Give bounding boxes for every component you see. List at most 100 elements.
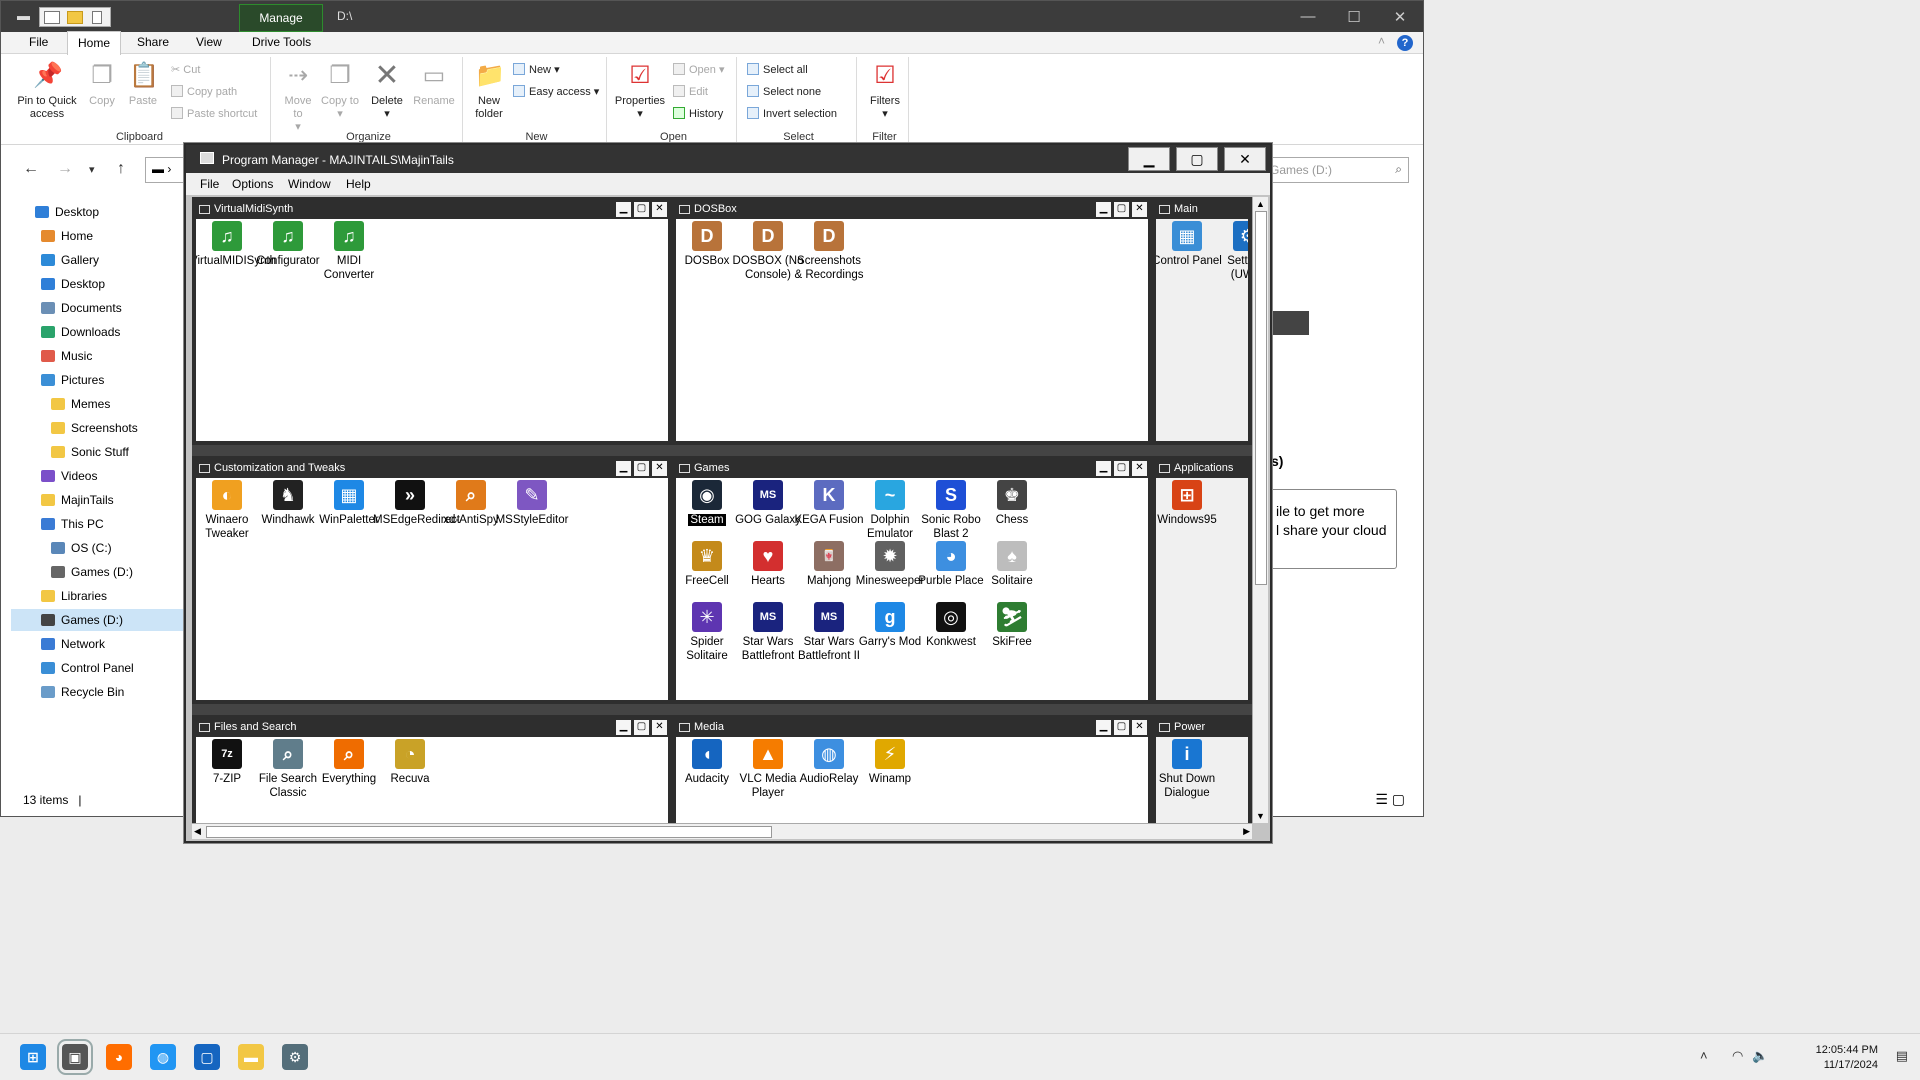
- group-window-icon[interactable]: [1159, 205, 1170, 214]
- new-folder-icon[interactable]: [67, 11, 83, 24]
- nav-item[interactable]: Home: [41, 225, 93, 247]
- nav-item[interactable]: Control Panel: [41, 657, 134, 679]
- group-titlebar[interactable]: Customization and Tweaks ▁ ▢ ✕: [196, 460, 668, 478]
- nav-item[interactable]: Games (D:): [51, 561, 133, 583]
- group-close-button[interactable]: ✕: [652, 461, 667, 476]
- group-minimize-button[interactable]: ▁: [1096, 461, 1111, 476]
- group-window-icon[interactable]: [679, 464, 690, 473]
- wifi-icon[interactable]: ◠: [1732, 1048, 1743, 1064]
- copy-path-button[interactable]: Copy path: [171, 85, 237, 98]
- window-app-icon[interactable]: ▢: [194, 1044, 220, 1070]
- nav-item[interactable]: Gallery: [41, 249, 99, 271]
- program-group-window[interactable]: DOSBox ▁ ▢ ✕ D DOSBox D DOSBOX (No Console) D Scr…: [672, 197, 1152, 445]
- settings-icon[interactable]: ⚙: [282, 1044, 308, 1070]
- group-close-button[interactable]: ✕: [652, 202, 667, 217]
- properties-icon[interactable]: [44, 11, 60, 24]
- properties-button[interactable]: ☑ Properties ▾: [613, 61, 667, 121]
- nav-item[interactable]: Memes: [51, 393, 110, 415]
- tab-home[interactable]: Home: [67, 31, 122, 55]
- nav-item[interactable]: MajinTails: [41, 489, 114, 511]
- program-group-window[interactable]: Power i Shut Down Dialogue: [1152, 715, 1252, 823]
- nav-item[interactable]: Sonic Stuff: [51, 441, 129, 463]
- group-minimize-button[interactable]: ▁: [1096, 720, 1111, 735]
- quick-access-toolbar[interactable]: [39, 7, 111, 27]
- group-window-icon[interactable]: [1159, 723, 1170, 732]
- group-titlebar[interactable]: Media ▁ ▢ ✕: [676, 719, 1148, 737]
- address-bar[interactable]: ▬ ›: [145, 157, 185, 183]
- rename-button[interactable]: ▭ Rename: [409, 61, 459, 108]
- scroll-up-icon[interactable]: ▲: [1256, 199, 1265, 209]
- tab-file[interactable]: File: [29, 35, 48, 49]
- program-group-window[interactable]: Media ▁ ▢ ✕ ◖ Audacity ▲ VLC Media Player ◍ Audio…: [672, 715, 1152, 823]
- large-icons-view-icon[interactable]: ▢: [1392, 791, 1405, 807]
- open-button[interactable]: Open ▾: [673, 63, 725, 76]
- group-titlebar[interactable]: DOSBox ▁ ▢ ✕: [676, 201, 1148, 219]
- nav-item[interactable]: Network: [41, 633, 105, 655]
- scroll-right-icon[interactable]: ▶: [1243, 826, 1250, 837]
- group-maximize-button[interactable]: ▢: [1114, 720, 1129, 735]
- nav-item[interactable]: Music: [41, 345, 92, 367]
- filters-button[interactable]: ☑ Filters ▾: [865, 61, 905, 121]
- group-titlebar[interactable]: VirtualMidiSynth ▁ ▢ ✕: [196, 201, 668, 219]
- nav-item[interactable]: Recycle Bin: [41, 681, 124, 703]
- program-item[interactable]: ♫ MIDI Converter: [312, 221, 386, 282]
- clock[interactable]: 12:05:44 PM 11/17/2024: [1816, 1043, 1878, 1073]
- program-item[interactable]: i Shut Down Dialogue: [1156, 739, 1224, 800]
- system-menu-icon[interactable]: ▬: [17, 8, 30, 23]
- new-item-button[interactable]: New ▾: [513, 63, 560, 76]
- nav-item[interactable]: Pictures: [41, 369, 104, 391]
- group-maximize-button[interactable]: ▢: [634, 720, 649, 735]
- horizontal-scroll-thumb[interactable]: [206, 826, 772, 838]
- progman-icon[interactable]: [200, 152, 214, 164]
- group-window-icon[interactable]: [199, 464, 210, 473]
- notification-icon[interactable]: ▤: [1896, 1048, 1908, 1064]
- maximize-button[interactable]: ☐: [1331, 1, 1377, 32]
- group-titlebar[interactable]: Applications: [1156, 460, 1248, 478]
- progman-maximize-button[interactable]: ▢: [1176, 147, 1218, 171]
- collapse-ribbon-icon[interactable]: ˄: [1378, 34, 1385, 48]
- vertical-scroll-thumb[interactable]: [1255, 211, 1267, 585]
- program-item[interactable]: ♚ Chess: [975, 480, 1049, 527]
- progman-close-button[interactable]: ✕: [1224, 147, 1266, 171]
- group-maximize-button[interactable]: ▢: [634, 202, 649, 217]
- start-icon[interactable]: ⊞: [20, 1044, 46, 1070]
- volume-icon[interactable]: 🔈: [1752, 1048, 1768, 1064]
- nav-item[interactable]: Desktop: [35, 201, 99, 223]
- horizontal-scrollbar[interactable]: ◀ ▶: [192, 823, 1252, 839]
- nav-item[interactable]: Games (D:): [11, 609, 195, 631]
- group-minimize-button[interactable]: ▁: [616, 202, 631, 217]
- group-window-icon[interactable]: [1159, 464, 1170, 473]
- nav-item[interactable]: This PC: [41, 513, 104, 535]
- program-group-window[interactable]: Games ▁ ▢ ✕ ◉ Steam MS GOG Galaxy K KEGA Fusion ~ D…: [672, 456, 1152, 704]
- back-icon[interactable]: ←: [23, 160, 39, 178]
- details-view-icon[interactable]: ☰: [1375, 791, 1388, 807]
- recent-locations-icon[interactable]: ▾: [89, 163, 95, 176]
- nav-item[interactable]: OS (C:): [51, 537, 112, 559]
- up-icon[interactable]: ↑: [117, 160, 125, 178]
- progman-minimize-button[interactable]: ▁: [1128, 147, 1170, 171]
- program-item[interactable]: ⚡ Winamp: [853, 739, 927, 786]
- group-close-button[interactable]: ✕: [1132, 720, 1147, 735]
- nav-item[interactable]: Libraries: [41, 585, 107, 607]
- group-window-icon[interactable]: [679, 723, 690, 732]
- group-close-button[interactable]: ✕: [652, 720, 667, 735]
- vertical-scrollbar[interactable]: ▲ ▼: [1252, 197, 1268, 823]
- tab-drive-tools[interactable]: Drive Tools: [252, 35, 311, 49]
- new-folder-button[interactable]: 📁 New folder: [469, 61, 509, 121]
- scroll-down-icon[interactable]: ▼: [1256, 811, 1265, 821]
- select-all-button[interactable]: Select all: [747, 63, 808, 76]
- minimize-button[interactable]: —: [1285, 1, 1331, 32]
- edit-button[interactable]: Edit: [673, 85, 708, 98]
- nav-item[interactable]: Documents: [41, 297, 122, 319]
- pin-to-quick-access-button[interactable]: 📌 Pin to Quick access: [13, 61, 81, 121]
- history-button[interactable]: History: [673, 107, 723, 120]
- cloud-promo-box[interactable]: ile to get more l share your cloud: [1267, 489, 1397, 569]
- group-close-button[interactable]: ✕: [1132, 461, 1147, 476]
- group-minimize-button[interactable]: ▁: [616, 461, 631, 476]
- show-hidden-icons-icon[interactable]: ˄: [1700, 1048, 1708, 1063]
- program-group-window[interactable]: Customization and Tweaks ▁ ▢ ✕ ◐ Winaero Twea…: [192, 456, 672, 704]
- easy-access-button[interactable]: Easy access ▾: [513, 85, 599, 98]
- forward-icon[interactable]: →: [57, 160, 73, 178]
- program-item[interactable]: D Screenshots & Recordings: [792, 221, 866, 282]
- menu-window[interactable]: Window: [288, 177, 331, 191]
